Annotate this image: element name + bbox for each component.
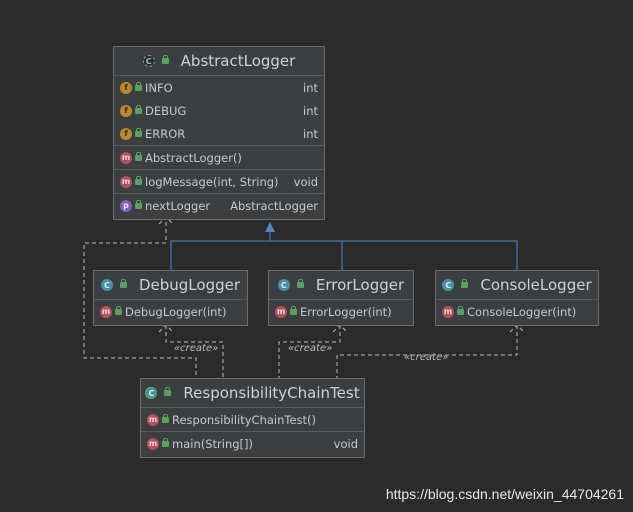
create-stereotype-label: «create» [174, 343, 219, 354]
class-icon: C [100, 279, 113, 291]
lock-icon [135, 81, 142, 91]
field-name: ERROR [145, 126, 186, 141]
method-icon: m [120, 175, 132, 188]
class-header: C ResponsibilityChainTest [141, 379, 364, 408]
lock-icon [290, 305, 297, 315]
class-name: ConsoleLogger [480, 276, 592, 294]
class-console-logger[interactable]: C ConsoleLogger m ConsoleLogger(int) [435, 270, 599, 326]
create-stereotype-label: «create» [288, 343, 333, 354]
field-icon: f [120, 104, 132, 117]
method-type: void [333, 436, 358, 451]
constructor-name: ResponsibilityChainTest() [172, 412, 317, 427]
constructor-row: m DebugLogger(int) [94, 300, 247, 323]
property-row: p nextLogger AbstractLogger [114, 194, 324, 217]
class-name: AbstractLogger [180, 52, 296, 70]
property-icon: p [120, 199, 132, 212]
class-header: C DebugLogger [94, 271, 247, 300]
method-icon: m [120, 151, 132, 164]
watermark: https://blog.csdn.net/weixin_44704261 [385, 486, 624, 502]
lock-icon [119, 279, 127, 288]
lock-icon [296, 279, 304, 288]
field-name: DEBUG [145, 103, 187, 118]
static-method-icon: m [147, 437, 159, 450]
lock-icon [135, 104, 142, 114]
constructor-row: m AbstractLogger() [114, 146, 324, 169]
constructors-section: m ResponsibilityChainTest() [141, 408, 364, 432]
method-type: void [293, 174, 318, 189]
field-type: int [303, 103, 318, 118]
methods-section: m main(String[]) void [141, 432, 364, 455]
properties-section: p nextLogger AbstractLogger [114, 194, 324, 217]
method-name: logMessage(int, String) [145, 174, 279, 189]
lock-icon [115, 305, 122, 315]
class-header: C ConsoleLogger [436, 271, 598, 300]
lock-icon [135, 199, 142, 209]
fields-section: f INFO int f DEBUG int f ERROR int [114, 76, 324, 146]
inheritance-arrowhead [265, 222, 275, 232]
field-row: f INFO int [114, 76, 324, 99]
method-icon: m [147, 413, 159, 426]
method-icon: m [442, 305, 454, 318]
field-row: f ERROR int [114, 122, 324, 145]
field-type: int [303, 126, 318, 141]
method-row: m logMessage(int, String) void [114, 170, 324, 193]
lock-icon [162, 413, 169, 423]
lock-icon [461, 279, 469, 288]
field-row: f DEBUG int [114, 99, 324, 122]
lock-icon [161, 55, 169, 64]
lock-icon [135, 151, 142, 161]
inheritance-lines [170, 222, 518, 270]
class-icon: C [442, 279, 455, 291]
field-name: INFO [145, 80, 173, 95]
property-name: nextLogger [145, 198, 211, 213]
constructors-section: m AbstractLogger() [114, 146, 324, 170]
class-error-logger[interactable]: C ErrorLogger m ErrorLogger(int) [268, 270, 414, 326]
lock-icon [164, 387, 172, 396]
field-type: int [303, 80, 318, 95]
method-name: main(String[]) [172, 436, 253, 451]
runnable-class-icon: C [145, 387, 158, 399]
class-name: DebugLogger [138, 276, 241, 294]
constructor-name: ErrorLogger(int) [300, 304, 392, 319]
field-icon: f [120, 127, 132, 140]
constructor-row: m ResponsibilityChainTest() [141, 408, 364, 431]
constructor-name: AbstractLogger() [145, 150, 242, 165]
constructor-name: ConsoleLogger(int) [467, 304, 577, 319]
lock-icon [135, 127, 142, 137]
lock-icon [162, 437, 169, 447]
class-name: ResponsibilityChainTest [183, 384, 360, 402]
property-type: AbstractLogger [230, 198, 318, 213]
constructor-row: m ErrorLogger(int) [269, 300, 413, 323]
class-abstract-logger[interactable]: C AbstractLogger f INFO int f DEBUG int … [113, 46, 325, 220]
class-icon: C [277, 279, 290, 291]
class-header: C ErrorLogger [269, 271, 413, 300]
method-row: m main(String[]) void [141, 432, 364, 455]
method-icon: m [100, 305, 112, 318]
abstract-class-icon: C [142, 55, 155, 67]
class-header: C AbstractLogger [114, 47, 324, 76]
field-icon: f [120, 81, 132, 94]
method-icon: m [275, 305, 287, 318]
constructor-row: m ConsoleLogger(int) [436, 300, 598, 323]
methods-section: m logMessage(int, String) void [114, 170, 324, 194]
lock-icon [457, 305, 464, 315]
class-name: ErrorLogger [315, 276, 405, 294]
class-responsibility-chain-test[interactable]: C ResponsibilityChainTest m Responsibili… [140, 378, 365, 458]
class-debug-logger[interactable]: C DebugLogger m DebugLogger(int) [93, 270, 248, 326]
lock-icon [135, 175, 142, 185]
create-stereotype-label: «create» [404, 352, 449, 363]
constructor-name: DebugLogger(int) [125, 304, 227, 319]
